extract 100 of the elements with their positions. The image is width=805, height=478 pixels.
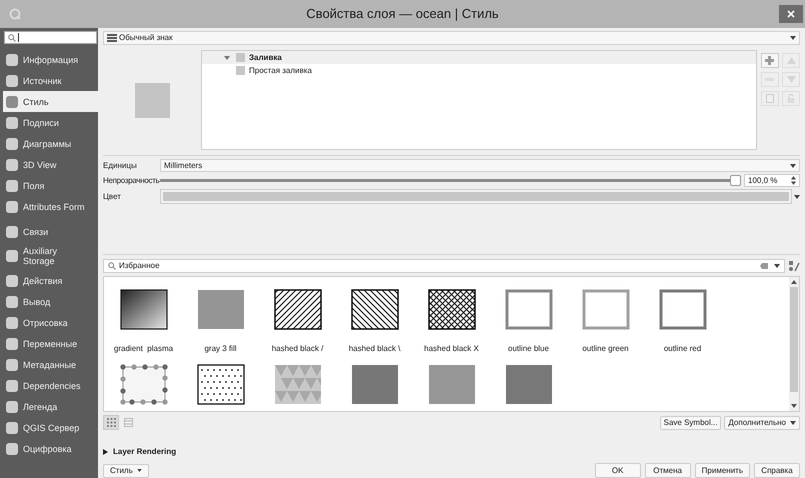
renderer-dropdown[interactable]: Обычный знак <box>103 31 800 45</box>
tree-item[interactable]: Простая заливка <box>249 64 312 76</box>
color-button[interactable] <box>160 189 792 204</box>
sidebar-item[interactable]: Отрисовка <box>3 312 98 333</box>
tile-icon <box>5 158 19 172</box>
tile-icon <box>5 336 19 350</box>
symbol-item[interactable]: hashed black X <box>413 289 490 355</box>
tile-icon <box>5 294 19 308</box>
scroll-down-icon <box>791 404 797 408</box>
search-icon <box>8 34 16 42</box>
opacity-slider[interactable] <box>160 175 741 186</box>
triangle-up-icon <box>786 57 796 64</box>
style-menu-button[interactable]: Стиль <box>103 464 149 478</box>
symbol-preview <box>134 82 170 118</box>
symbol-swatch <box>428 289 476 330</box>
search-field[interactable] <box>4 31 97 44</box>
sidebar-item[interactable]: Auxiliary Storage <box>3 242 98 270</box>
sidebar-item[interactable]: Действия <box>3 270 98 291</box>
symbol-swatch <box>120 289 168 330</box>
symbol-search-field[interactable]: Избранное <box>103 259 785 273</box>
tile-icon <box>5 116 19 130</box>
symbol-item[interactable]: gradient plasma <box>105 289 182 355</box>
tile-icon <box>5 200 19 214</box>
grid-icon <box>106 418 116 428</box>
scrollbar[interactable] <box>789 277 799 411</box>
add-layer-button[interactable] <box>760 53 779 68</box>
style-manager-icon[interactable] <box>789 260 800 272</box>
sidebar-item[interactable]: Метаданные <box>3 354 98 375</box>
symbol-item[interactable]: hashed black / <box>259 289 336 355</box>
save-symbol-button[interactable]: Save Symbol... <box>660 416 722 430</box>
app-logo-icon <box>9 8 21 20</box>
symbol-item[interactable]: outline blue <box>490 289 567 355</box>
tile-icon <box>5 74 19 88</box>
caret-icon <box>790 164 796 168</box>
caret-icon <box>137 469 142 472</box>
sidebar-item[interactable]: Оцифровка <box>3 438 98 459</box>
search-icon <box>108 262 116 270</box>
sidebar-item[interactable]: Attributes Form <box>3 196 98 217</box>
dialog-button[interactable]: Применить <box>694 463 750 478</box>
page-icon <box>766 94 774 103</box>
sidebar-item[interactable]: Вывод <box>3 291 98 312</box>
window-title: Свойства слоя — ocean | Стиль <box>305 5 500 24</box>
sidebar-item[interactable]: QGIS Сервер <box>3 417 98 438</box>
symbol-swatch <box>274 289 322 330</box>
table-icon <box>124 418 132 428</box>
sidebar-item[interactable]: Подписи <box>3 112 98 133</box>
symbol-item[interactable]: hashed black \ <box>336 289 413 355</box>
dialog-button[interactable]: Справка <box>754 463 800 478</box>
advanced-dropdown[interactable]: Дополнительно <box>724 416 800 430</box>
sidebar-item[interactable]: Связи <box>3 221 98 242</box>
tile-icon <box>5 400 19 414</box>
tile-icon <box>5 378 19 392</box>
close-button[interactable] <box>779 5 803 23</box>
spin-arrows-icon <box>791 176 796 185</box>
sidebar-item[interactable]: Источник <box>3 70 98 91</box>
tile-icon <box>5 249 19 263</box>
slider-handle[interactable] <box>730 175 741 186</box>
opacity-label: Непрозрачность <box>103 174 160 186</box>
tile-icon <box>5 178 19 192</box>
sidebar-item[interactable]: Стиль <box>3 91 98 112</box>
symbol-swatch <box>196 364 244 405</box>
tile-icon <box>5 52 19 66</box>
collapsible-section[interactable]: Layer Rendering <box>103 446 176 458</box>
symbol-swatch <box>274 364 322 405</box>
tile-icon <box>5 316 19 330</box>
symbol-item[interactable]: gray 3 fill <box>182 289 259 355</box>
sidebar-item[interactable]: Диаграммы <box>3 133 98 154</box>
tree-item[interactable]: Заливка <box>249 52 282 64</box>
sidebar-item[interactable]: Переменные <box>3 333 98 354</box>
units-dropdown[interactable]: Millimeters <box>160 159 800 172</box>
symbol-item[interactable]: outline red <box>644 289 721 355</box>
opacity-spinbox[interactable]: 100,0 % <box>744 174 800 187</box>
layers-icon <box>107 33 117 43</box>
caret-icon <box>790 36 796 40</box>
units-label: Единицы <box>103 160 138 172</box>
triangle-down-icon <box>786 76 796 83</box>
caret-icon <box>794 194 800 198</box>
sidebar-item[interactable]: Dependencies <box>3 375 98 396</box>
lock-icon <box>787 94 796 103</box>
plus-icon <box>765 56 774 65</box>
scroll-up-icon <box>791 280 797 284</box>
caret-icon <box>774 264 780 268</box>
symbol-item[interactable]: outline green <box>567 289 644 355</box>
dialog-button[interactable]: OK <box>594 463 641 478</box>
sidebar-item[interactable]: Информация <box>3 49 98 70</box>
dialog-button[interactable]: Отмена <box>644 463 691 478</box>
tile-icon <box>5 136 19 150</box>
sidebar-item[interactable]: Легенда <box>3 396 98 417</box>
grid-view-button[interactable] <box>103 415 119 430</box>
tile-icon <box>5 274 19 288</box>
fill-swatch <box>236 66 246 75</box>
close-icon <box>787 10 795 18</box>
sidebar-item[interactable]: 3D View <box>3 154 98 175</box>
fill-swatch <box>236 53 246 62</box>
tile-icon <box>5 94 19 108</box>
caret-icon <box>790 420 796 425</box>
expand-caret-icon[interactable] <box>224 54 230 60</box>
sidebar-item[interactable]: Поля <box>3 175 98 196</box>
tile-icon <box>5 420 19 434</box>
symbol-swatch <box>120 364 168 405</box>
